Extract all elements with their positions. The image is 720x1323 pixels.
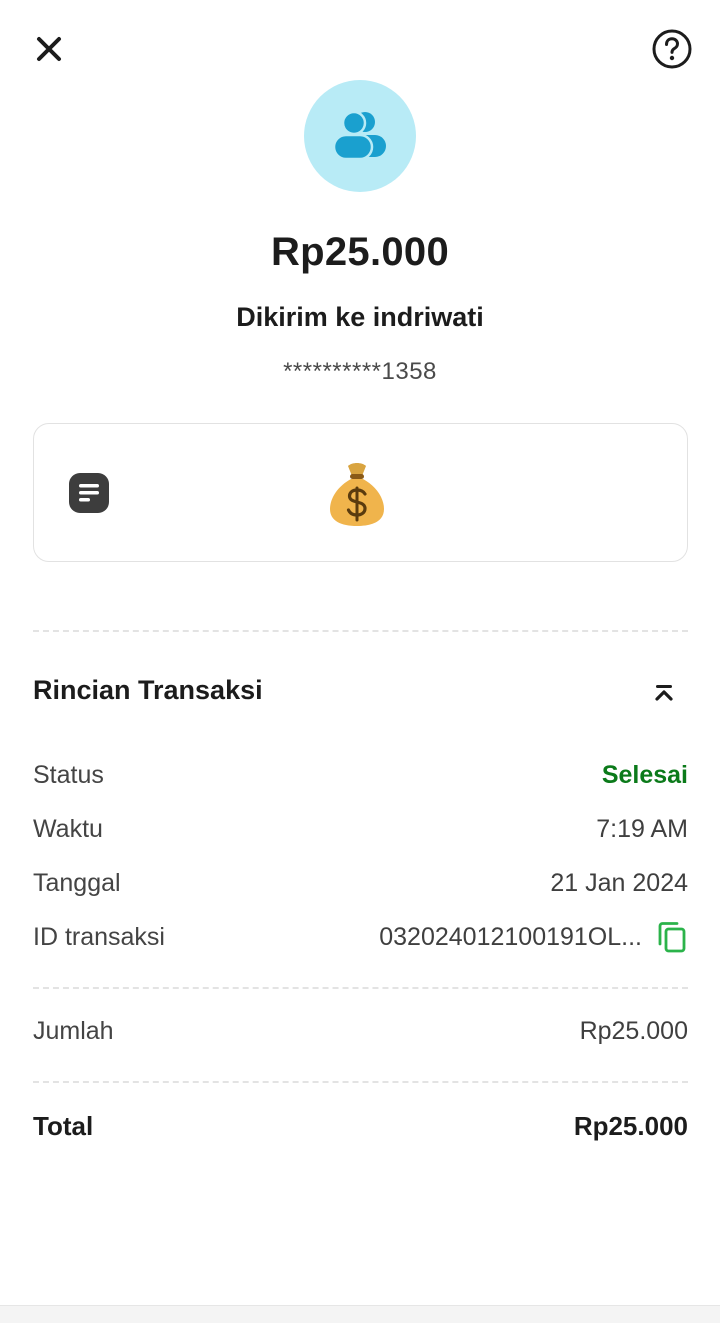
time-value: 7:19 AM: [596, 814, 688, 843]
divider: [33, 987, 688, 989]
detail-row-date: Tanggal 21 Jan 2024: [33, 866, 688, 900]
detail-row-amount: Jumlah Rp25.000: [33, 1014, 688, 1048]
date-label: Tanggal: [33, 868, 121, 897]
note-icon: [69, 473, 109, 513]
total-value: Rp25.000: [573, 1110, 688, 1141]
divider: [33, 630, 688, 632]
copy-button[interactable]: [656, 920, 688, 954]
close-button[interactable]: [30, 30, 68, 68]
close-icon: [37, 37, 61, 61]
recipient-name: Dikirim ke indriwati: [236, 302, 484, 332]
help-button[interactable]: [650, 27, 694, 71]
status-value: Selesai: [601, 760, 688, 789]
status-label: Status: [33, 760, 104, 789]
transaction-id-value: 032024012100191OL...: [379, 922, 642, 951]
collapse-button[interactable]: [648, 676, 680, 708]
recipient-avatar: [304, 80, 416, 192]
detail-row-time: Waktu 7:19 AM: [33, 812, 688, 846]
amount-label: Jumlah: [33, 1016, 114, 1045]
time-label: Waktu: [33, 814, 103, 843]
detail-row-status: Status Selesai: [33, 758, 688, 792]
bottom-bar: [0, 1305, 720, 1323]
divider: [33, 1081, 688, 1083]
date-value: 21 Jan 2024: [550, 868, 688, 897]
copy-icon: [658, 922, 686, 953]
chevron-up-icon: [655, 685, 673, 701]
users-icon: [332, 110, 386, 161]
account-number: **********1358: [283, 358, 437, 385]
help-icon: [652, 29, 692, 69]
amount-value: Rp25.000: [579, 1016, 688, 1045]
transfer-amount: Rp25.000: [270, 230, 450, 274]
transaction-id-label: ID transaksi: [33, 922, 165, 951]
total-label: Total: [33, 1110, 94, 1141]
section-title: Rincian Transaksi: [33, 675, 263, 705]
money-bag-icon: [330, 463, 384, 526]
detail-row-total: Total Rp25.000: [33, 1109, 688, 1143]
detail-row-transaction-id: ID transaksi 032024012100191OL...: [33, 920, 688, 954]
note-card: [33, 423, 688, 562]
